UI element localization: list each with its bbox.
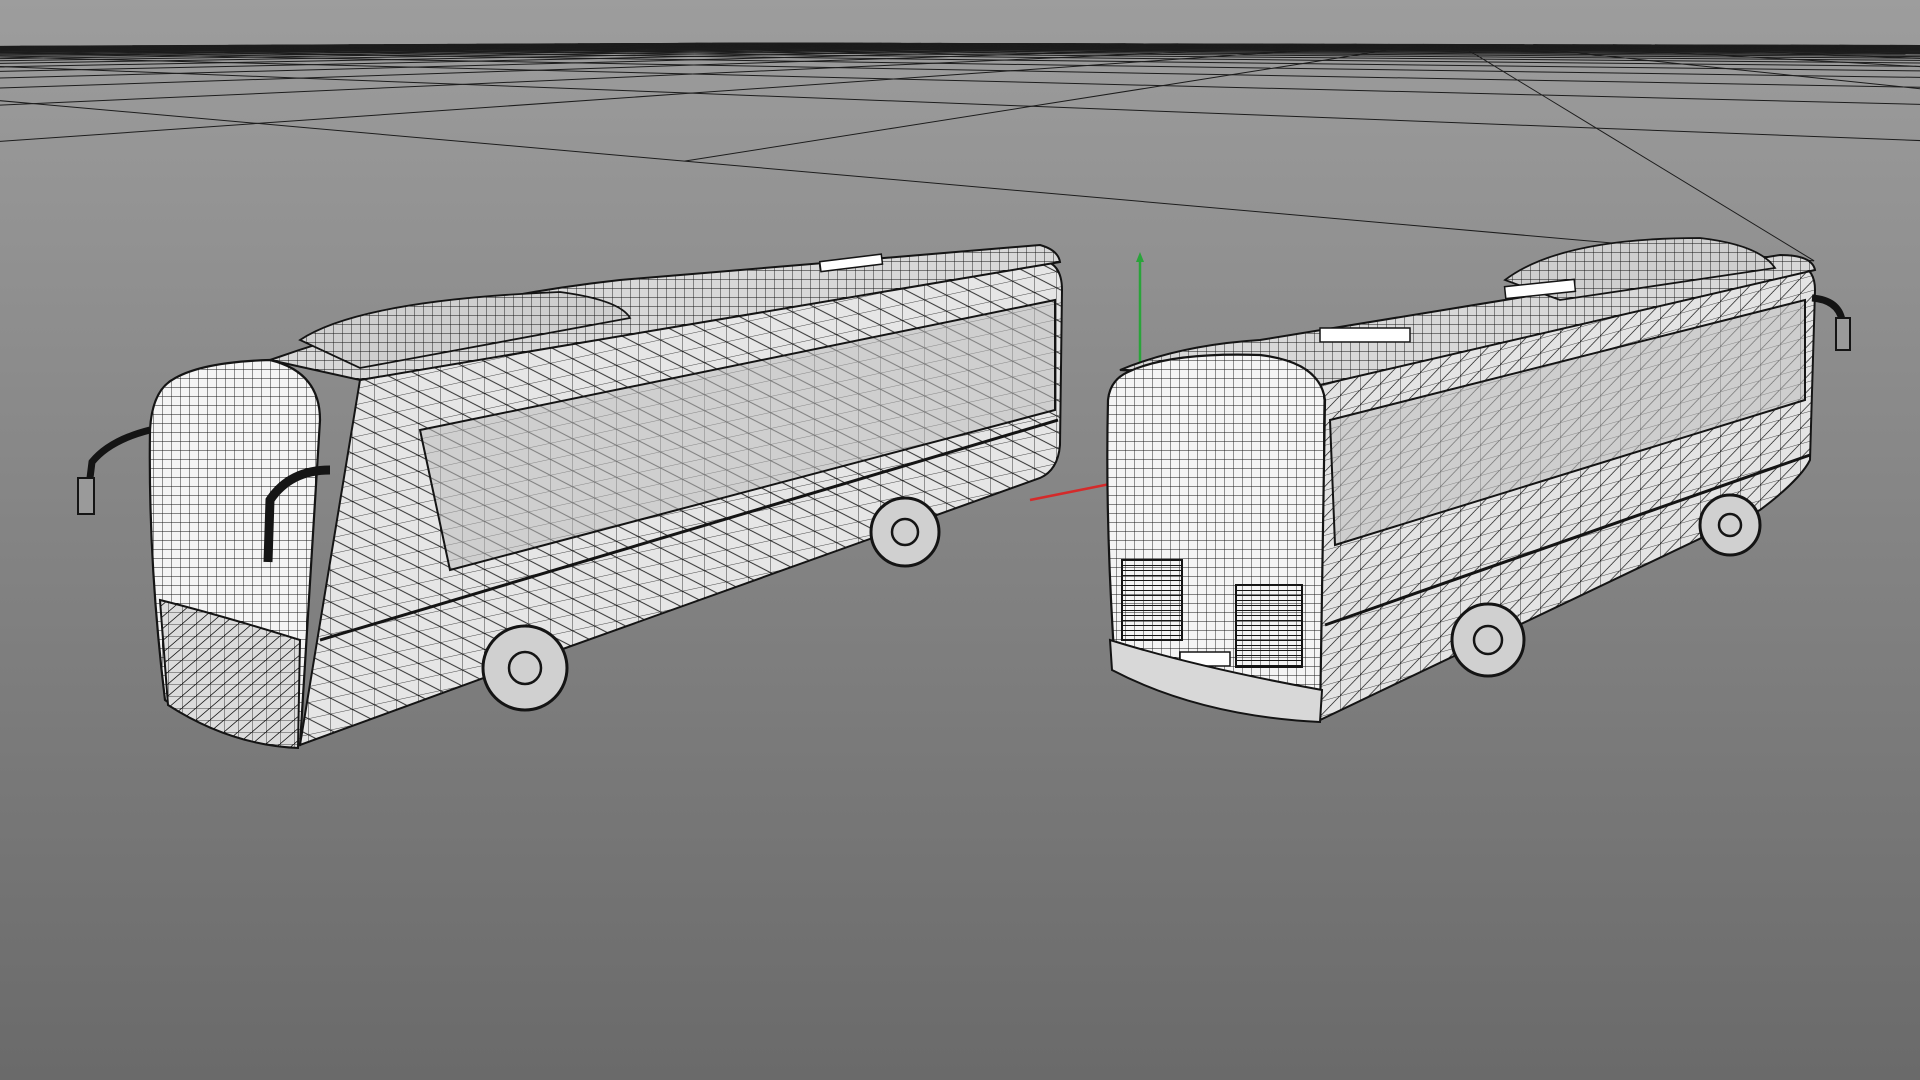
grid-line bbox=[107, 50, 143, 53]
grid-line bbox=[323, 51, 372, 54]
grid-line bbox=[223, 52, 270, 55]
bus-front-rear-wheel-icon bbox=[869, 496, 941, 568]
bus-rear-mirror-head bbox=[1835, 317, 1851, 351]
bus-front-right-mirror-head bbox=[77, 477, 95, 515]
grid-line bbox=[1859, 49, 1889, 52]
grid-line bbox=[564, 52, 627, 54]
bus-rear-wheel-near-icon bbox=[1450, 602, 1526, 678]
3d-viewport[interactable] bbox=[0, 0, 1920, 1080]
grid-line bbox=[634, 51, 695, 53]
grid-line bbox=[1470, 51, 1568, 53]
grid-line bbox=[1186, 51, 1274, 53]
grid-line bbox=[1472, 52, 1579, 54]
grid-line bbox=[0, 51, 27, 54]
bus-rear-roof-hatch-rear bbox=[1319, 327, 1411, 343]
grid-line bbox=[760, 52, 833, 54]
bus-rear-engine-grille-right bbox=[1235, 584, 1303, 668]
grid-line bbox=[1273, 51, 1369, 54]
grid-line bbox=[1077, 51, 1163, 54]
grid-line bbox=[456, 51, 508, 53]
viewport-canvas[interactable] bbox=[0, 0, 1920, 1080]
grid-line bbox=[815, 51, 885, 53]
bus-rear-wheel-far-icon bbox=[1698, 493, 1762, 557]
grid-line bbox=[1287, 50, 1376, 53]
grid-line bbox=[626, 52, 695, 55]
grid-line bbox=[884, 51, 961, 54]
grid-line bbox=[999, 51, 1078, 53]
grid-line bbox=[1106, 50, 1187, 53]
grid-line bbox=[180, 51, 224, 54]
grid-line bbox=[1368, 52, 1475, 55]
grid-line bbox=[422, 52, 481, 55]
grid-line bbox=[26, 52, 63, 55]
grid-line bbox=[142, 51, 181, 53]
bus-front-front-wheel-icon bbox=[481, 624, 569, 712]
grid-line bbox=[280, 50, 324, 53]
bus-rear-engine-grille-left bbox=[1121, 559, 1183, 641]
grid-line bbox=[371, 52, 423, 54]
grid-line bbox=[1162, 52, 1257, 55]
grid-line bbox=[694, 51, 761, 54]
grid-line bbox=[507, 51, 565, 54]
grid-line bbox=[1375, 51, 1473, 54]
grid-line bbox=[959, 52, 1043, 55]
